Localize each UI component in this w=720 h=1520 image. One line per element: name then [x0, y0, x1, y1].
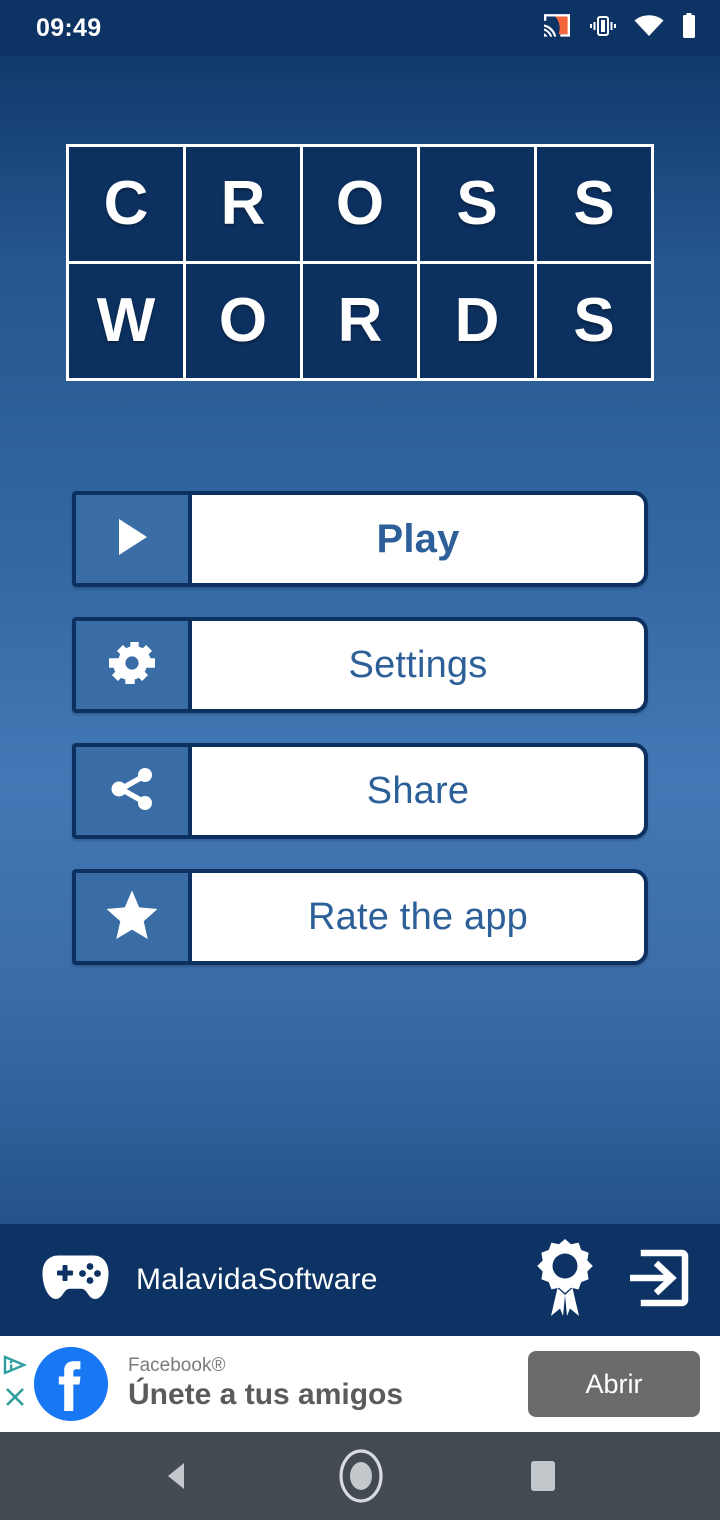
back-icon[interactable]: [160, 1458, 196, 1494]
gear-icon: [105, 636, 159, 695]
brand-name: MalavidaSoftware: [136, 1263, 378, 1296]
ad-headline: Únete a tus amigos: [128, 1378, 404, 1412]
cast-icon: [542, 13, 572, 44]
play-button[interactable]: Play: [72, 491, 648, 587]
play-button-label: Play: [376, 516, 460, 561]
adchoices-container: [2, 1354, 28, 1414]
status-bar: 09:49: [0, 0, 720, 56]
rate-the-app-button[interactable]: Rate the app: [72, 869, 648, 965]
share-button[interactable]: Share: [72, 743, 648, 839]
status-bar-clock: 09:49: [36, 13, 102, 42]
logo-tile: O: [186, 264, 300, 378]
star-icon: [104, 888, 160, 947]
play-icon: [111, 515, 153, 564]
footer-bar: MalavidaSoftware: [0, 1224, 720, 1336]
share-icon-box: [76, 747, 192, 835]
main-menu: Play Settings Share Rate the app: [72, 491, 648, 965]
logo-tile: S: [420, 147, 534, 261]
vibrate-icon: [590, 14, 616, 43]
logo-tile: R: [186, 147, 300, 261]
settings-button-label: Settings: [348, 643, 488, 686]
facebook-icon: [34, 1347, 108, 1421]
rate-the-app-button-label: Rate the app: [307, 895, 528, 938]
recents-icon[interactable]: [526, 1457, 560, 1495]
ad-text: Facebook® Únete a tus amigos: [128, 1355, 403, 1412]
crossword-logo: C R O S S W O R D S: [66, 144, 654, 381]
login-icon[interactable]: [622, 1243, 692, 1318]
footer-actions: [534, 1238, 692, 1323]
logo-tile: D: [420, 264, 534, 378]
share-button-label: Share: [366, 769, 470, 812]
adchoices-icon[interactable]: [2, 1354, 28, 1381]
logo-tile: O: [303, 147, 417, 261]
gear-icon-box: [76, 621, 192, 709]
logo-tile: S: [537, 147, 651, 261]
ad-banner[interactable]: Facebook® Únete a tus amigos Abrir: [0, 1336, 720, 1432]
gamepad-icon[interactable]: [38, 1249, 114, 1312]
phone-screen: 09:49 C R O S S W O R D S Play Settings …: [0, 0, 720, 1520]
home-icon[interactable]: [336, 1447, 386, 1505]
logo-container: C R O S S W O R D S: [66, 144, 654, 381]
android-nav-bar: [0, 1432, 720, 1520]
status-bar-icons: [542, 12, 696, 44]
ad-advertiser: Facebook®: [128, 1355, 226, 1377]
logo-tile: C: [69, 147, 183, 261]
battery-icon: [682, 12, 696, 44]
award-icon[interactable]: [534, 1238, 596, 1323]
settings-button[interactable]: Settings: [72, 617, 648, 713]
close-icon[interactable]: [3, 1385, 27, 1414]
wifi-icon: [634, 14, 664, 42]
ad-cta-button[interactable]: Abrir: [528, 1351, 700, 1417]
share-icon: [106, 763, 158, 820]
logo-tile: R: [303, 264, 417, 378]
app-content: C R O S S W O R D S Play Settings Share …: [0, 56, 720, 1224]
logo-tile: S: [537, 264, 651, 378]
play-icon-box: [76, 495, 192, 583]
star-icon-box: [76, 873, 192, 961]
logo-tile: W: [69, 264, 183, 378]
